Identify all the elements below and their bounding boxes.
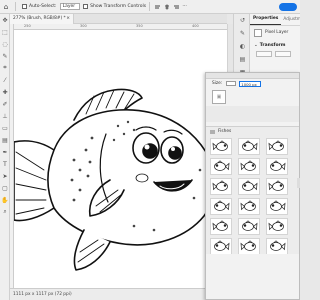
auto-select-checkbox[interactable] — [22, 4, 27, 9]
fish-preset-thumbnail[interactable] — [210, 238, 232, 254]
tab-adjustments[interactable]: Adjustme — [281, 15, 300, 25]
auto-select-label: Auto-Select: — [29, 4, 57, 9]
ruler-tick-label: 350 — [136, 24, 143, 28]
fish-preset-thumbnail[interactable] — [266, 218, 288, 235]
eyedropper-tool-icon[interactable]: ⁄ — [0, 74, 10, 86]
layer-thumbnail — [254, 28, 262, 37]
transform-fields — [250, 51, 300, 57]
document-dimensions: 1111 px x 1117 px (72 ppi) — [13, 292, 72, 297]
more-icon[interactable]: ⋯ — [182, 4, 188, 10]
share-button[interactable] — [279, 3, 297, 11]
crop-tool-icon[interactable]: ⌗ — [0, 62, 10, 74]
fish-preset-thumbnail[interactable] — [238, 218, 260, 235]
ruler-tick-label: 300 — [80, 24, 87, 28]
presets-section: Fishes — [206, 126, 299, 254]
fish-preset-thumbnail[interactable] — [210, 218, 232, 235]
fish-preset-thumbnail[interactable] — [238, 158, 260, 175]
fish-preset-thumbnail[interactable] — [266, 198, 288, 215]
size-unit-box[interactable] — [226, 81, 237, 86]
zoom-tool-icon[interactable]: ⌕ — [0, 206, 10, 218]
document-canvas[interactable] — [14, 30, 227, 288]
document-tab[interactable]: 277% (Brush, RGB/8#) * × — [10, 14, 74, 24]
size-label: Size: — [212, 81, 223, 86]
transform-section-label: Transform — [259, 43, 286, 48]
tools-panel: ✥ ⬚ ◌ ✎ ⌗ ⁄ ✚ ✐ ⊥ ▭ ▤ ✒ T ➤ ▢ ✋ ⌕ — [0, 14, 10, 300]
brush-tool-icon[interactable]: ✐ — [0, 98, 10, 110]
fish-preset-thumbnail[interactable] — [238, 238, 260, 254]
quick-select-tool-icon[interactable]: ✎ — [0, 50, 10, 62]
fish-preset-thumbnail[interactable] — [210, 198, 232, 215]
ruler-tick-label: 400 — [192, 24, 199, 28]
document-tab-bar: 277% (Brush, RGB/8#) * × — [10, 14, 227, 24]
presets-header[interactable]: Fishes — [206, 127, 299, 136]
photoshop-window: ⌂ Auto-Select: Layer Show Transform Cont… — [0, 0, 300, 300]
fish-preset-thumbnail[interactable] — [266, 178, 288, 195]
height-field[interactable] — [275, 51, 291, 57]
divider — [15, 2, 16, 11]
transform-section-header[interactable]: ⌄ Transform — [250, 39, 300, 51]
lasso-tool-icon[interactable]: ◌ — [0, 38, 10, 50]
marquee-tool-icon[interactable]: ⬚ — [0, 26, 10, 38]
eraser-tool-icon[interactable]: ▭ — [0, 122, 10, 134]
fish-preset-thumbnail[interactable] — [210, 158, 232, 175]
folder-icon — [210, 129, 215, 134]
fish-preset-thumbnail[interactable] — [238, 198, 260, 215]
auto-select-target-dropdown[interactable]: Layer — [59, 3, 81, 10]
document-tab-title: 277% (Brush, RGB/8#) * — [13, 16, 66, 21]
gradient-tool-icon[interactable]: ▤ — [0, 134, 10, 146]
layers-icon[interactable]: ▤ — [234, 53, 251, 66]
align-right-icon[interactable] — [173, 4, 179, 10]
fish-preset-thumbnail[interactable] — [238, 178, 260, 195]
size-row: Size: 1000 px — [206, 79, 299, 88]
layer-type-row: Pixel Layer — [250, 26, 300, 39]
home-icon[interactable]: ⌂ — [0, 0, 12, 14]
fish-illustration — [14, 88, 216, 271]
align-center-icon[interactable] — [164, 4, 170, 10]
close-icon[interactable]: × — [66, 14, 70, 24]
show-transform-label: Show Transform Controls — [90, 4, 147, 9]
panel-edge — [297, 178, 300, 188]
fish-preset-thumbnail[interactable] — [210, 178, 232, 195]
hand-tool-icon[interactable]: ✋ — [0, 194, 10, 206]
preset-grid — [210, 136, 300, 254]
align-left-icon[interactable] — [155, 4, 161, 10]
show-transform-checkbox[interactable] — [83, 4, 89, 9]
move-tool-icon[interactable]: ✥ — [0, 14, 10, 26]
presets-folder-label: Fishes — [218, 129, 232, 134]
fish-preset-thumbnail[interactable] — [210, 138, 232, 155]
type-tool-icon[interactable]: T — [0, 158, 10, 170]
tab-properties[interactable]: Properties — [250, 14, 282, 25]
healing-tool-icon[interactable]: ✚ — [0, 86, 10, 98]
pen-tool-icon[interactable]: ✒ — [0, 146, 10, 158]
history-icon[interactable]: ↺ — [234, 14, 251, 27]
divider — [149, 2, 151, 11]
properties-tabs: Properties Adjustme — [250, 14, 300, 26]
fish-preset-thumbnail[interactable] — [238, 138, 260, 155]
plugin-window: Size: 1000 px ▣ Fishes — [205, 72, 300, 300]
layer-type-label: Pixel Layer — [265, 30, 289, 35]
chevron-down-icon: ⌄ — [254, 43, 258, 48]
shape-tool-icon[interactable]: ▢ — [0, 182, 10, 194]
preview-area — [206, 106, 299, 122]
width-field[interactable] — [256, 51, 272, 57]
brush-settings-icon[interactable]: ✎ — [234, 27, 251, 40]
ruler-tick-label: 250 — [24, 24, 31, 28]
fish-preset-thumbnail[interactable] — [266, 138, 288, 155]
size-input[interactable]: 1000 px — [239, 80, 262, 87]
path-select-tool-icon[interactable]: ➤ — [0, 170, 10, 182]
status-bar: 1111 px x 1117 px (72 ppi) › — [10, 288, 227, 300]
stamp-tool-icon[interactable]: ⊥ — [0, 110, 10, 122]
options-bar: ⌂ Auto-Select: Layer Show Transform Cont… — [0, 0, 300, 14]
image-placeholder-icon[interactable]: ▣ — [212, 90, 226, 104]
fish-preset-thumbnail[interactable] — [266, 158, 288, 175]
adjustments-icon[interactable]: ◐ — [234, 40, 251, 53]
fish-preset-thumbnail[interactable] — [266, 238, 288, 254]
